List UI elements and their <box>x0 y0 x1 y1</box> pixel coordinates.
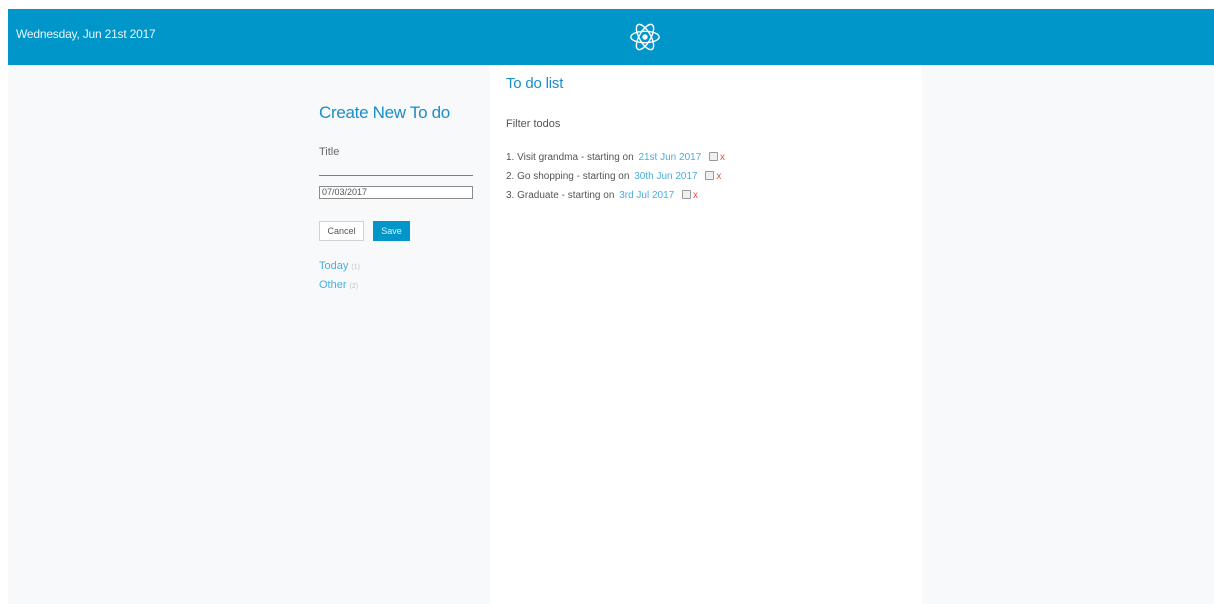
create-todo-heading: Create New To do <box>319 103 450 122</box>
react-atom-icon <box>630 23 660 51</box>
save-button[interactable]: Save <box>373 221 410 241</box>
todo-done-checkbox[interactable] <box>709 152 719 161</box>
todo-date-link[interactable]: 3rd Jul 2017 <box>619 190 674 201</box>
todo-text: 3. Graduate - starting on <box>506 190 615 201</box>
header-date: Wednesday, Jun 21st 2017 <box>16 27 156 41</box>
filter-today-link[interactable]: Today (1) <box>319 260 360 272</box>
todo-done-checkbox[interactable] <box>705 171 715 180</box>
todo-item: 1. Visit grandma - starting on 21st Jun … <box>506 151 725 165</box>
todo-delete-button[interactable]: x <box>720 152 725 163</box>
todo-date-link[interactable]: 30th Jun 2017 <box>634 171 697 182</box>
date-input[interactable] <box>319 186 473 199</box>
todo-item: 2. Go shopping - starting on 30th Jun 20… <box>506 170 721 184</box>
filter-other-label: Other <box>319 279 347 291</box>
todo-item: 3. Graduate - starting on 3rd Jul 2017 x <box>506 189 698 203</box>
create-panel: Create New To do Title Cancel Save Today… <box>8 65 490 604</box>
app-header: Wednesday, Jun 21st 2017 <box>8 9 1214 65</box>
cancel-button[interactable]: Cancel <box>319 221 364 241</box>
filter-todos-input[interactable]: Filter todos <box>506 118 560 130</box>
todo-done-checkbox[interactable] <box>682 190 692 199</box>
filter-other-count: (2) <box>349 283 359 290</box>
todo-delete-button[interactable]: x <box>693 190 698 201</box>
todo-delete-button[interactable]: x <box>716 171 721 182</box>
todo-text: 1. Visit grandma - starting on <box>506 152 634 163</box>
todo-list-heading: To do list <box>506 75 564 92</box>
filter-today-label: Today <box>319 260 349 272</box>
filter-today-count: (1) <box>351 264 360 271</box>
right-gutter <box>922 65 1214 604</box>
todo-text: 2. Go shopping - starting on <box>506 171 630 182</box>
filter-other-link[interactable]: Other (2) <box>319 279 358 291</box>
top-strip <box>0 0 1214 9</box>
app-frame: Wednesday, Jun 21st 2017 Create New To d… <box>8 9 1214 604</box>
todo-list-panel: To do list Filter todos 1. Visit grandma… <box>490 65 922 604</box>
title-input[interactable] <box>319 155 473 176</box>
todo-date-link[interactable]: 21st Jun 2017 <box>638 152 701 163</box>
